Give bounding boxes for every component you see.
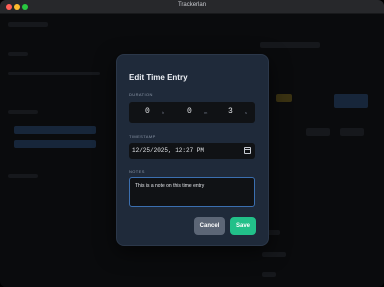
seconds-input[interactable]: 3 bbox=[228, 107, 233, 116]
minutes-input[interactable]: 0 bbox=[187, 107, 192, 116]
title-bar: Trackerlan bbox=[0, 0, 384, 14]
notes-textarea[interactable]: This is a note on this time entry bbox=[129, 177, 255, 207]
save-button[interactable]: Save bbox=[230, 217, 256, 235]
background-button bbox=[306, 128, 330, 136]
background-row bbox=[14, 140, 96, 148]
calendar-icon[interactable] bbox=[244, 147, 251, 154]
hours-input[interactable]: 0 bbox=[145, 107, 150, 116]
background-text bbox=[8, 22, 48, 27]
background-text bbox=[260, 42, 320, 48]
background-text bbox=[8, 174, 38, 178]
duration-label: DURATION bbox=[129, 92, 153, 97]
notes-label: NOTES bbox=[129, 169, 145, 174]
window-title: Trackerlan bbox=[177, 2, 207, 8]
background-text bbox=[262, 252, 286, 257]
background-text bbox=[8, 52, 28, 56]
minutes-unit: m bbox=[204, 110, 208, 115]
timestamp-label: TIMESTAMP bbox=[129, 134, 156, 139]
background-badge bbox=[276, 94, 292, 102]
timestamp-value: 12/25/2025, 12:27 PM bbox=[132, 147, 205, 154]
app-window: Trackerlan Edit Time Entry DURATION 0 h … bbox=[0, 0, 384, 287]
background-button bbox=[340, 128, 364, 136]
hours-unit: h bbox=[162, 110, 165, 115]
background-text bbox=[8, 110, 38, 114]
background-divider bbox=[8, 72, 100, 75]
dialog-title: Edit Time Entry bbox=[129, 73, 188, 82]
cancel-button[interactable]: Cancel bbox=[194, 217, 225, 235]
background-button bbox=[334, 94, 368, 108]
seconds-unit: s bbox=[245, 110, 247, 115]
timestamp-input[interactable]: 12/25/2025, 12:27 PM bbox=[129, 143, 255, 159]
notes-value: This is a note on this time entry bbox=[135, 183, 205, 189]
background-text bbox=[262, 272, 276, 277]
duration-field: 0 h 0 m 3 s bbox=[129, 102, 255, 123]
background-row bbox=[14, 126, 96, 134]
